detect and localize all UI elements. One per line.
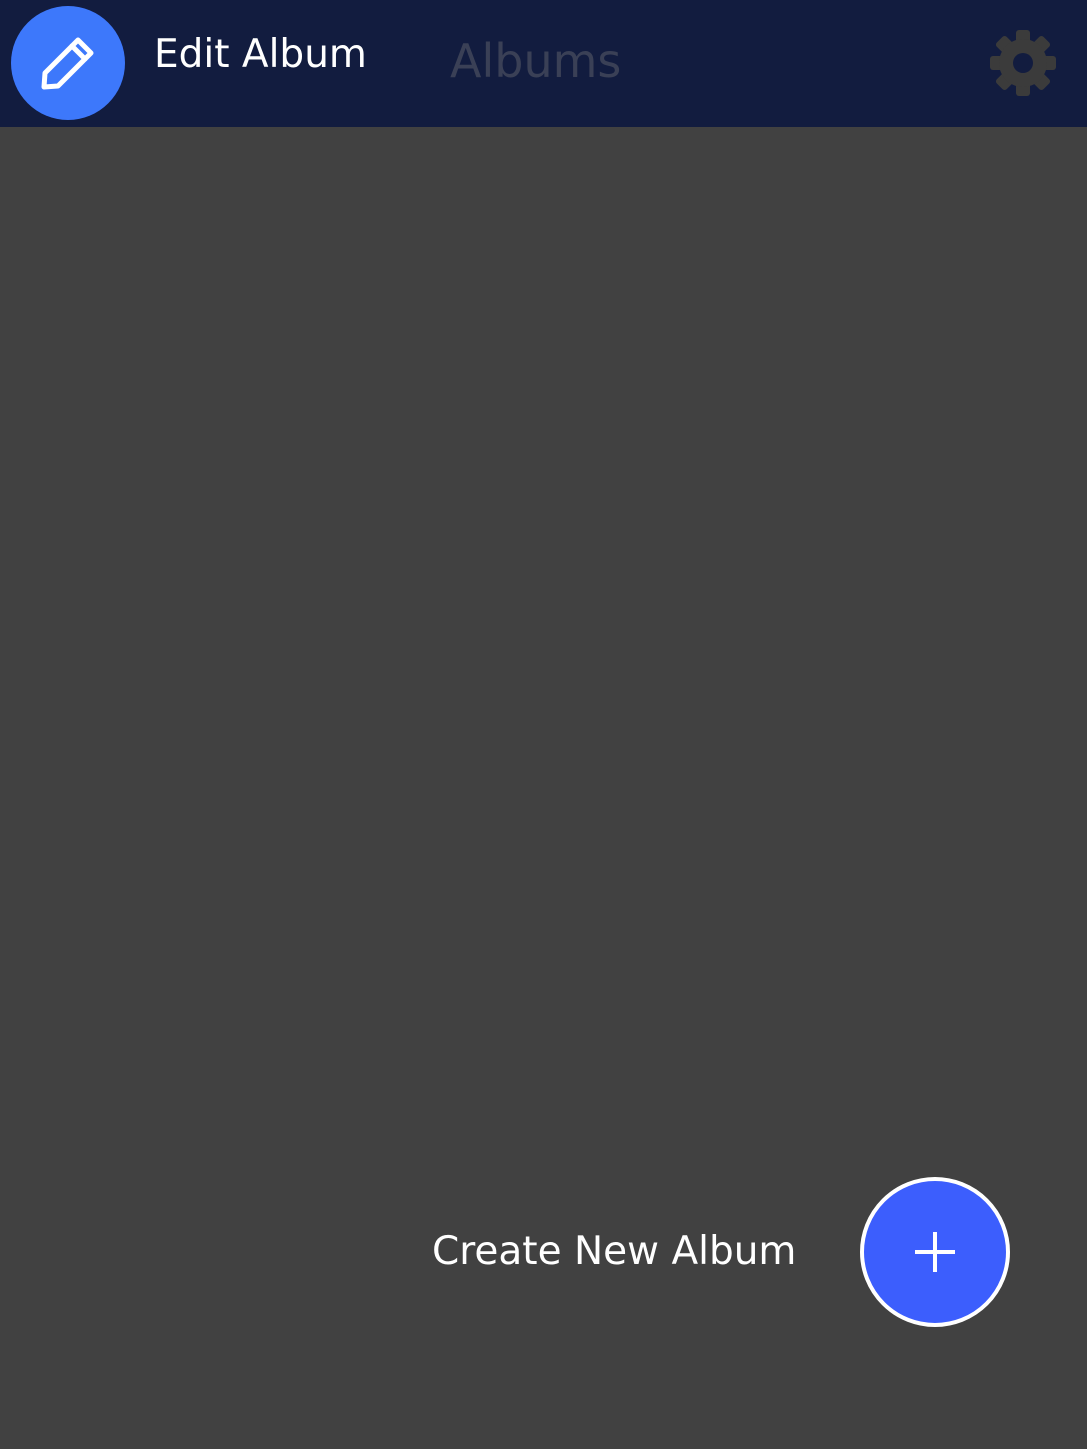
create-new-album-button[interactable]: [860, 1177, 1010, 1327]
top-bar: Edit Album Albums: [0, 0, 1087, 127]
plus-icon: [915, 1232, 955, 1272]
settings-button[interactable]: [988, 28, 1058, 98]
albums-screen: Edit Album Albums Create New Album: [0, 0, 1087, 1449]
create-new-album-label[interactable]: Create New Album: [432, 1229, 796, 1274]
edit-album-button[interactable]: [11, 6, 125, 120]
gear-icon: [990, 30, 1056, 96]
edit-album-label[interactable]: Edit Album: [154, 32, 367, 77]
page-title: Albums: [450, 34, 622, 88]
pencil-icon: [41, 37, 94, 90]
